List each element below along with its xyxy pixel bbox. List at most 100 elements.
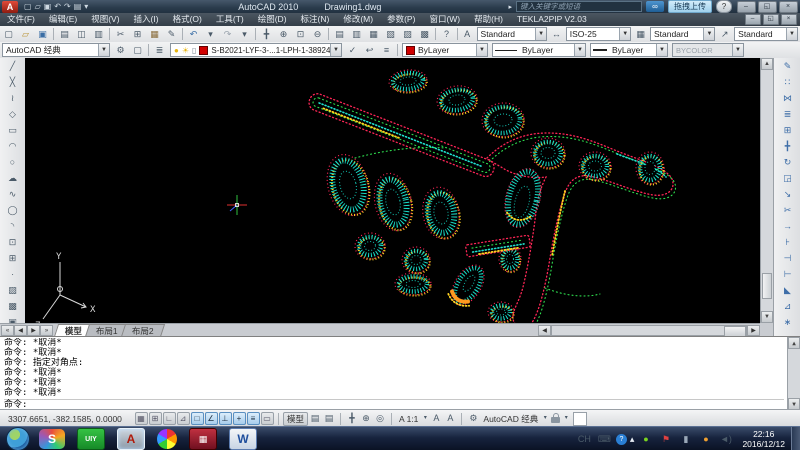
pan-icon[interactable]: ╋ [345,412,359,425]
layer-previous-icon[interactable]: ↩ [362,43,378,58]
cut-icon[interactable]: ✂ [113,27,129,42]
show-desktop-button[interactable] [791,427,800,450]
menu-window[interactable]: 窗口(W) [422,13,467,26]
stretch-icon[interactable]: ↘ [778,187,798,202]
vertical-scroll-thumb[interactable] [762,273,772,299]
mleader-style-select[interactable]: Standard▼ [734,27,798,41]
text-style-select[interactable]: Standard▼ [477,27,548,41]
ellipse-arc-icon[interactable]: ◝ [3,219,23,234]
chevron-down-icon[interactable]: ▼ [330,44,341,56]
menu-tools[interactable]: 工具(T) [209,13,251,26]
chevron-down-icon[interactable]: ▼ [656,44,667,56]
dyn-toggle[interactable]: + [233,412,246,425]
layout-icon[interactable]: ▤ [308,412,322,425]
start-button[interactable] [6,427,30,450]
close-button[interactable]: × [779,1,798,13]
osnap-toggle[interactable]: □ [191,412,204,425]
layer-properties-manager-icon[interactable]: ≣ [152,43,168,58]
lock-ui-icon[interactable] [551,417,560,423]
line-icon[interactable]: ╱ [3,59,23,74]
polyline-icon[interactable]: ≀ [3,91,23,106]
ime-indicator[interactable]: CH [576,432,592,447]
undo-icon[interactable]: ↶ [54,1,61,12]
redo-dropdown-icon[interactable]: ▾ [237,27,253,42]
speaker-icon[interactable]: ◄) [718,432,734,447]
fillet-icon[interactable]: ⊿ [778,299,798,314]
menu-format[interactable]: 格式(O) [166,13,209,26]
scroll-right-icon[interactable]: ▶ [747,325,760,336]
polar-toggle[interactable]: ⊿ [177,412,190,425]
zoom-previous-icon[interactable]: ⊖ [310,27,326,42]
plot-icon[interactable]: ▤ [74,1,82,12]
point-icon[interactable]: ∙ [3,267,23,282]
save-icon[interactable]: ▣ [44,1,52,12]
workspace-settings-icon[interactable]: ⚙ [113,43,129,58]
save-icon[interactable]: ▣ [35,27,51,42]
dot-icon[interactable]: ● [698,432,714,447]
menu-draw[interactable]: 绘图(D) [251,13,294,26]
lwt-toggle[interactable]: ≡ [247,412,260,425]
chevron-down-icon[interactable]: ▼ [574,44,585,56]
hatch-icon[interactable]: ▨ [3,283,23,298]
extend-icon[interactable]: → [778,219,798,234]
qp-toggle[interactable]: ▭ [261,412,274,425]
restore-button[interactable]: ◱ [758,1,777,13]
insert-block-icon[interactable]: ⊡ [3,235,23,250]
offset-icon[interactable]: ≣ [778,107,798,122]
chevron-down-icon[interactable]: ▼ [619,28,630,40]
break-at-point-icon[interactable]: ⊦ [778,235,798,250]
autocad-logo[interactable]: A [2,1,18,13]
hidden-icons-caret[interactable]: ▴ [630,434,635,445]
make-object-layer-current-icon[interactable]: ✓ [345,43,361,58]
annotation-visibility-icon[interactable]: A [429,412,443,425]
layer-lock-icon[interactable]: ▯ [192,46,196,55]
sheet-set-manager-icon[interactable]: ▧ [383,27,399,42]
uiy-icon[interactable]: UIY [77,428,105,450]
ducs-toggle[interactable]: ⊥ [219,412,232,425]
scroll-down-icon[interactable]: ▼ [761,311,773,323]
scroll-up-icon[interactable]: ▲ [788,337,800,349]
workspace-gear-icon[interactable]: ⚙ [466,412,480,425]
safety-icon[interactable]: ● [638,432,654,447]
tab-prev-icon[interactable]: ◀ [14,325,27,336]
help-button[interactable]: ? [716,0,732,13]
menu-help[interactable]: 帮助(H) [467,13,510,26]
lineweight-select[interactable]: ByLayer▼ [590,43,668,57]
construction-line-icon[interactable]: ╳ [3,75,23,90]
erase-icon[interactable]: ✎ [778,59,798,74]
pan-icon[interactable]: ╋ [259,27,275,42]
markup-icon[interactable]: ▨ [400,27,416,42]
taskbar-clock[interactable]: 22:16 2016/12/12 [742,429,785,449]
open-icon[interactable]: ▱ [35,1,41,12]
word-icon[interactable]: W [229,428,257,450]
flag-icon[interactable]: ⚑ [658,432,674,447]
zoom-window-icon[interactable]: ⊡ [293,27,309,42]
plot-preview-icon[interactable]: ◫ [74,27,90,42]
designcenter-icon[interactable]: ▥ [349,27,365,42]
join-icon[interactable]: ⊢ [778,267,798,282]
linetype-select[interactable]: ByLayer▼ [492,43,586,57]
grid-toggle[interactable]: ⊞ [149,412,162,425]
drag-upload-button[interactable]: 拖拽上传 [668,0,712,13]
otrack-toggle[interactable]: ∠ [205,412,218,425]
explode-icon[interactable]: ∗ [778,315,798,330]
break-icon[interactable]: ⊣ [778,251,798,266]
plot-icon[interactable]: ▤ [57,27,73,42]
chevron-down-icon[interactable]: ▼ [476,44,487,56]
drawing-canvas[interactable]: Y X Z [25,58,760,323]
menu-modify[interactable]: 修改(M) [336,13,380,26]
doc-close-button[interactable]: × [781,14,797,25]
sogou-icon[interactable]: S [39,429,65,449]
layer-select[interactable]: ● ☀ ▯ S-B2021-LYF-3-...1-LPH-1-389242 ▼ [170,43,342,57]
layer-on-icon[interactable]: ● [174,46,179,55]
search-history-icon[interactable]: ▸ [508,3,512,11]
menu-dimension[interactable]: 标注(N) [294,13,337,26]
horizontal-scrollbar[interactable]: ◀ ▶ [538,325,760,337]
keyboard-icon[interactable]: ⌨ [596,432,612,447]
doc-restore-button[interactable]: ◱ [763,14,779,25]
workspace-switch-button[interactable]: AutoCAD 经典 [480,413,541,425]
polygon-icon[interactable]: ◇ [3,107,23,122]
vertical-scrollbar[interactable]: ▲ ▼ [760,58,774,323]
paste-icon[interactable]: ▦ [147,27,163,42]
snap-toggle[interactable]: ▦ [135,412,148,425]
